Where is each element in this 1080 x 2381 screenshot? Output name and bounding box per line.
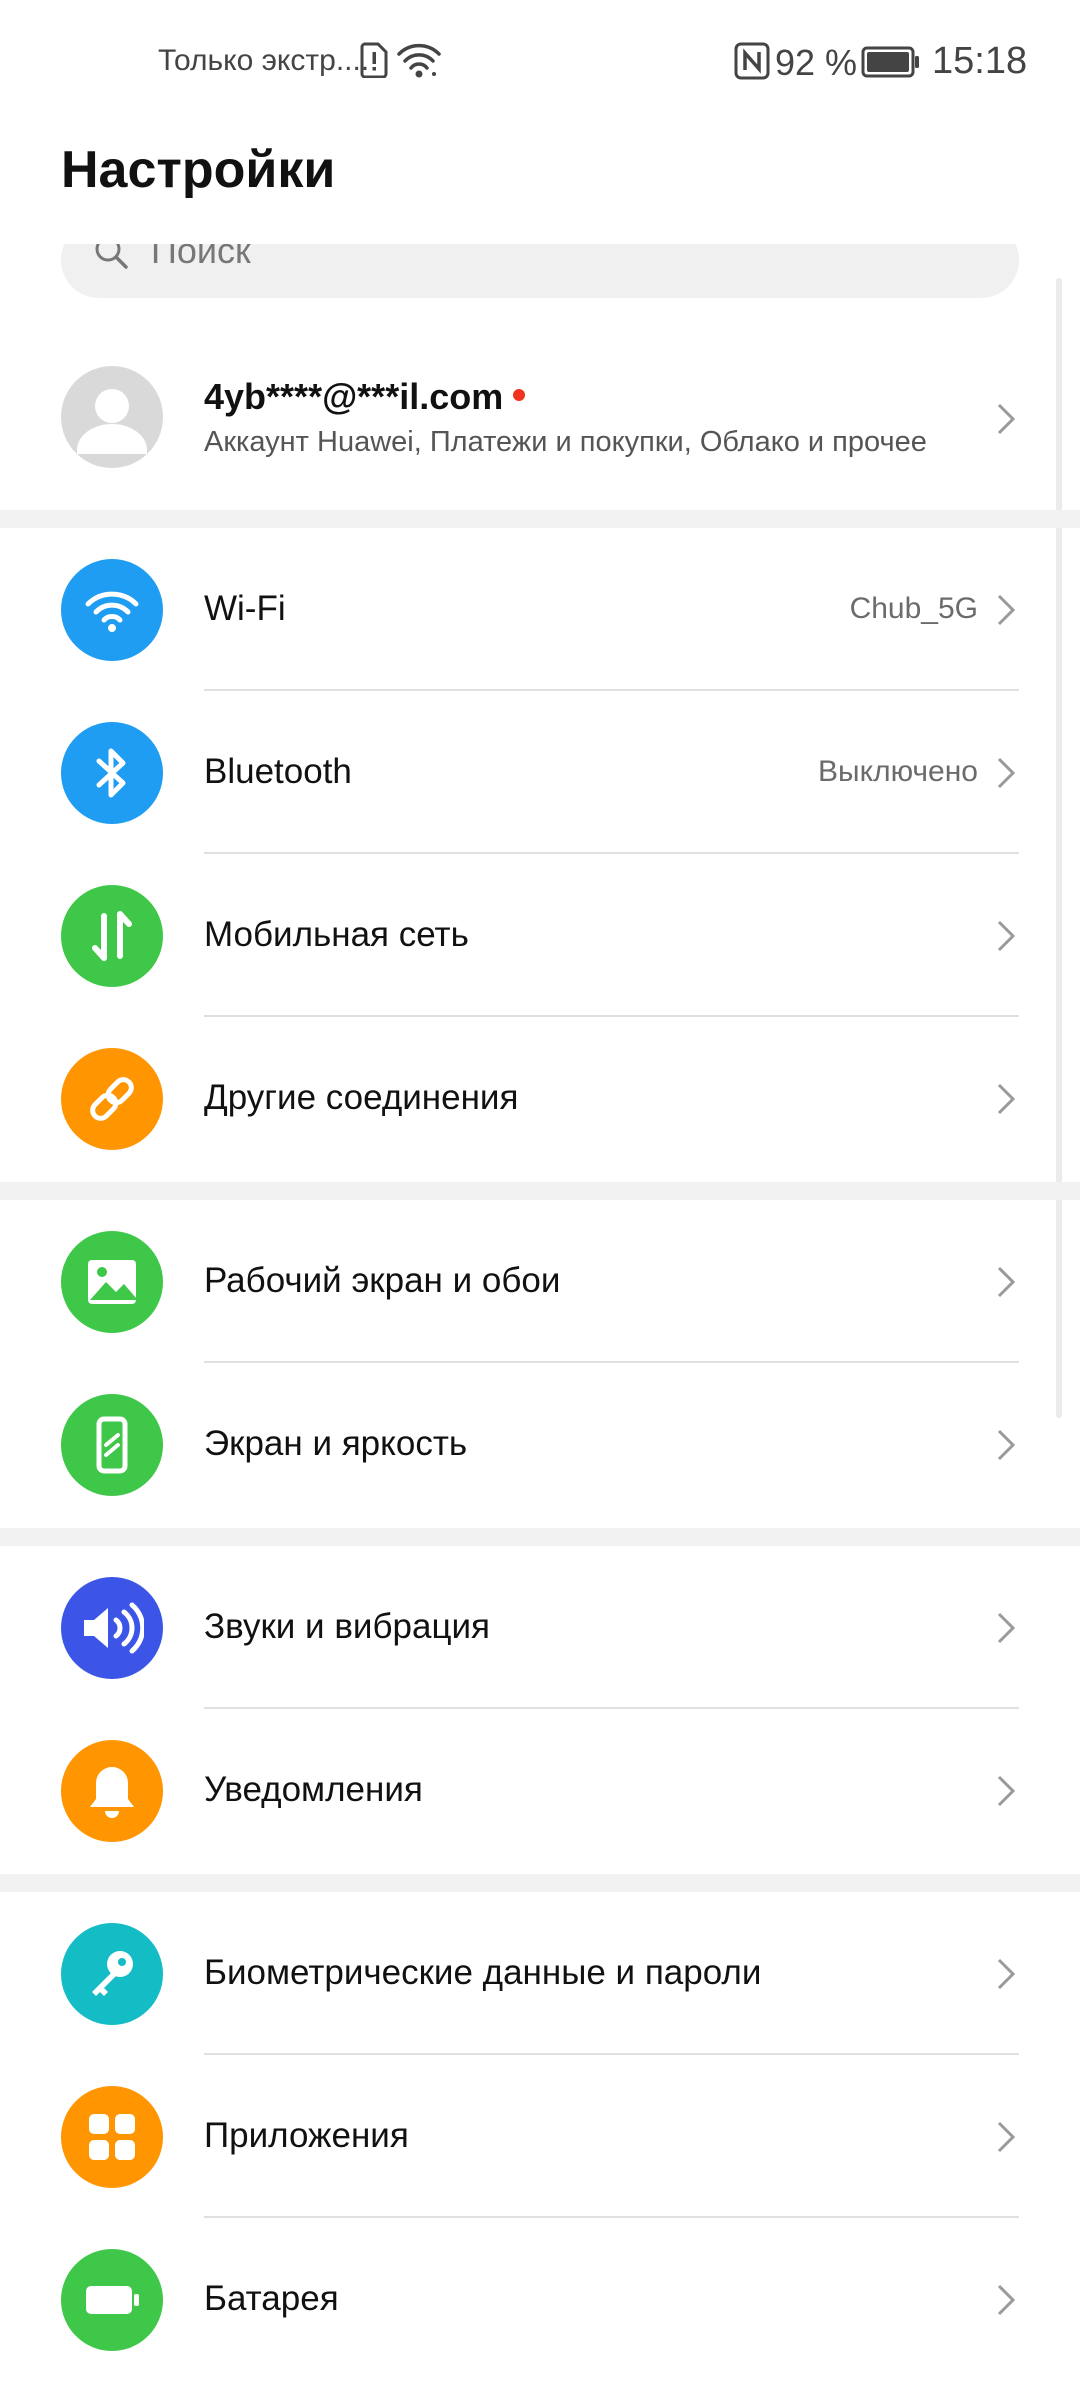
- carrier-text: Только экстр....: [158, 44, 370, 77]
- notification-dot: [513, 389, 526, 402]
- battery-percent: 92 %: [775, 42, 858, 83]
- clock: 15:18: [932, 40, 1028, 82]
- image-icon: [61, 1231, 163, 1333]
- avatar-icon: [77, 389, 147, 454]
- group-separator: [0, 1874, 1080, 1892]
- battery-label: Батарея: [204, 2279, 339, 2318]
- wifi-icon: [397, 43, 441, 78]
- wifi-icon: [61, 559, 163, 661]
- bluetooth-icon: [61, 722, 163, 824]
- setting-bluetooth[interactable]: Bluetooth Выключено: [0, 691, 1080, 854]
- link-icon: [61, 1048, 163, 1150]
- setting-mobile-network[interactable]: Мобильная сеть: [0, 854, 1080, 1017]
- apps-label: Приложения: [204, 2116, 409, 2155]
- chevron-right-icon: [997, 2121, 1016, 2153]
- setting-home-screen[interactable]: Рабочий экран и обои: [0, 1200, 1080, 1363]
- battery-icon: [61, 2249, 163, 2351]
- display-icon: [61, 1394, 163, 1496]
- setting-apps[interactable]: Приложения: [0, 2055, 1080, 2218]
- speaker-icon: [61, 1577, 163, 1679]
- sim-alert-icon: [360, 42, 388, 78]
- setting-other-connections[interactable]: Другие соединения: [0, 1017, 1080, 1180]
- setting-sounds[interactable]: Звуки и вибрация: [0, 1546, 1080, 1709]
- biometrics-label: Биометрические данные и пароли: [204, 1953, 762, 1992]
- setting-battery[interactable]: Батарея: [0, 2218, 1080, 2381]
- nfc-icon: [734, 42, 770, 80]
- chevron-right-icon: [997, 757, 1016, 789]
- avatar: [61, 366, 163, 468]
- wifi-value: Chub_5G: [849, 592, 978, 625]
- bell-icon: [61, 1740, 163, 1842]
- sounds-label: Звуки и вибрация: [204, 1607, 490, 1646]
- chevron-right-icon: [997, 594, 1016, 626]
- battery-icon: [861, 46, 919, 78]
- chevron-right-icon: [997, 403, 1016, 435]
- setting-wifi[interactable]: Wi-Fi Chub_5G: [0, 528, 1080, 691]
- display-label: Экран и яркость: [204, 1424, 468, 1463]
- mobile-network-label: Мобильная сеть: [204, 915, 469, 954]
- chevron-right-icon: [997, 1429, 1016, 1461]
- chevron-right-icon: [997, 2284, 1016, 2316]
- bluetooth-value: Выключено: [818, 755, 978, 788]
- group-separator: [0, 1182, 1080, 1200]
- header-mask: [0, 212, 1080, 244]
- wifi-label: Wi-Fi: [204, 589, 286, 628]
- home-screen-label: Рабочий экран и обои: [204, 1261, 561, 1300]
- group-separator: [0, 1528, 1080, 1546]
- key-icon: [61, 1923, 163, 2025]
- account-row[interactable]: 4yb****@***il.com Аккаунт Huawei, Платеж…: [0, 330, 1080, 510]
- chevron-right-icon: [997, 1083, 1016, 1115]
- chevron-right-icon: [997, 1266, 1016, 1298]
- chevron-right-icon: [997, 1612, 1016, 1644]
- account-description: Аккаунт Huawei, Платежи и покупки, Облак…: [204, 426, 927, 458]
- group-separator: [0, 510, 1080, 528]
- chevron-right-icon: [997, 1958, 1016, 1990]
- bluetooth-label: Bluetooth: [204, 752, 352, 791]
- setting-notifications[interactable]: Уведомления: [0, 1709, 1080, 1872]
- chevron-right-icon: [997, 920, 1016, 952]
- notifications-label: Уведомления: [204, 1770, 423, 1809]
- chevron-right-icon: [997, 1775, 1016, 1807]
- status-bar: Только экстр.... 92 % 15:18: [0, 0, 1080, 125]
- page-title: Настройки: [61, 141, 336, 199]
- setting-display[interactable]: Экран и яркость: [0, 1363, 1080, 1526]
- setting-biometrics[interactable]: Биометрические данные и пароли: [0, 1892, 1080, 2055]
- other-connections-label: Другие соединения: [204, 1078, 519, 1117]
- apps-grid-icon: [61, 2086, 163, 2188]
- mobile-data-icon: [61, 885, 163, 987]
- account-name: 4yb****@***il.com: [204, 376, 526, 418]
